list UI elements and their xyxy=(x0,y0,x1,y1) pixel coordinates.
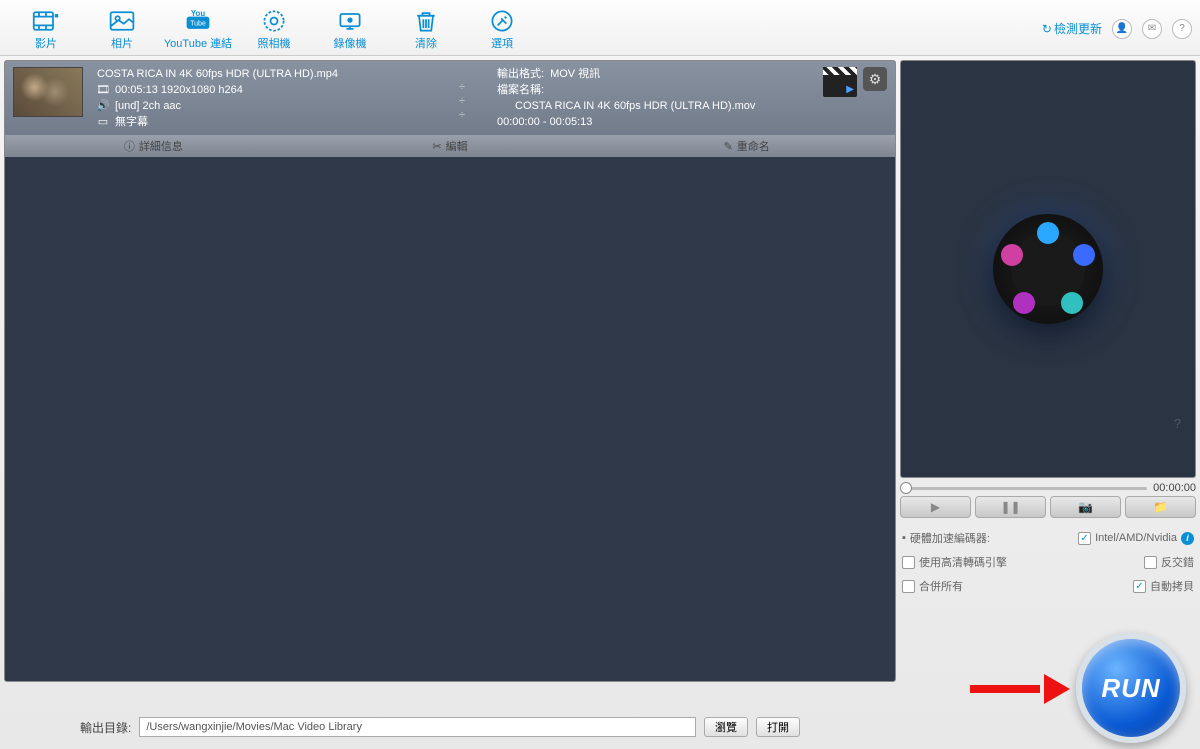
photo-icon xyxy=(107,7,137,35)
tool-label: 清除 xyxy=(415,35,437,51)
playback-time: 00:00:00 xyxy=(1153,482,1196,494)
out-format-value: MOV 視訊 xyxy=(550,67,600,81)
sep[interactable]: ÷ xyxy=(427,95,497,107)
youtube-icon: Tube You xyxy=(183,7,213,35)
subtitle-info: 無字幕 xyxy=(115,115,148,129)
subtitle-icon: ▭ xyxy=(97,116,109,128)
tool-video[interactable]: 影片 xyxy=(8,7,84,51)
time-range: 00:00:00 - 00:05:13 xyxy=(497,115,592,129)
tool-photo[interactable]: 相片 xyxy=(84,7,160,51)
toolbar-right: ↻ 檢測更新 👤 ✉ ? xyxy=(1042,19,1192,39)
settings-icon[interactable]: ⚙ xyxy=(863,67,887,91)
tool-camera[interactable]: 照相機 xyxy=(236,7,312,51)
tool-label: 相片 xyxy=(111,35,133,51)
tool-label: 影片 xyxy=(35,35,57,51)
open-button[interactable]: 打開 xyxy=(756,717,800,737)
hw-value: Intel/AMD/Nvidia xyxy=(1095,532,1177,544)
sep[interactable]: ÷ xyxy=(427,81,497,93)
film-icon: 🎞 xyxy=(97,84,109,96)
edit-button[interactable]: ✂編輯 xyxy=(302,135,599,157)
detail-button[interactable]: ⓘ詳細信息 xyxy=(5,135,302,157)
autocopy-label: 自動拷貝 xyxy=(1150,578,1194,594)
out-format-label: 輸出格式: xyxy=(497,67,544,81)
open-folder-button[interactable]: 📁 xyxy=(1125,496,1196,518)
merge-label: 合併所有 xyxy=(919,578,963,594)
tool-label: 錄像機 xyxy=(334,35,367,51)
play-button[interactable]: ▶ xyxy=(900,496,971,518)
audio-info: [und] 2ch aac xyxy=(115,99,181,113)
info-icon[interactable]: i xyxy=(1181,532,1194,545)
rename-icon: ✎ xyxy=(724,140,733,153)
help-marker[interactable]: ? xyxy=(1174,416,1181,431)
check-update-link[interactable]: ↻ 檢測更新 xyxy=(1042,20,1102,37)
sep[interactable]: ÷ xyxy=(427,109,497,121)
mail-icon[interactable]: ✉ xyxy=(1142,19,1162,39)
options-panel: ▪ 硬體加速編碼器: ✓ Intel/AMD/Nvidia i 使用高清轉碼引擎 反交… xyxy=(900,526,1196,598)
snapshot-button[interactable]: 📷 xyxy=(1050,496,1121,518)
output-label: 輸出目錄: xyxy=(80,719,131,736)
autocopy-checkbox[interactable]: ✓ xyxy=(1133,580,1146,593)
rename-button[interactable]: ✎重命名 xyxy=(598,135,895,157)
tool-label: 選項 xyxy=(491,35,513,51)
clapper-icon[interactable] xyxy=(823,67,857,97)
check-update-label: 檢測更新 xyxy=(1054,20,1102,37)
trash-icon xyxy=(411,7,441,35)
preview-area: ? xyxy=(900,60,1196,478)
svg-text:Tube: Tube xyxy=(190,20,206,27)
chip-icon: ▪ xyxy=(902,532,906,544)
file-list: COSTA RICA IN 4K 60fps HDR (ULTRA HD).mp… xyxy=(4,60,896,682)
hw-label: 硬體加速編碼器: xyxy=(910,530,990,546)
help-icon[interactable]: ? xyxy=(1172,19,1192,39)
file-entry[interactable]: COSTA RICA IN 4K 60fps HDR (ULTRA HD).mp… xyxy=(5,61,895,157)
output-path-input[interactable] xyxy=(139,717,696,737)
file-list-panel: COSTA RICA IN 4K 60fps HDR (ULTRA HD).mp… xyxy=(4,60,896,682)
file-name: COSTA RICA IN 4K 60fps HDR (ULTRA HD).mp… xyxy=(97,67,427,81)
main-area: COSTA RICA IN 4K 60fps HDR (ULTRA HD).mp… xyxy=(0,56,1200,686)
toolbar: 影片 相片 Tube You YouTube 連結 照相機 錄像機 清除 選項 ↻… xyxy=(0,0,1200,56)
out-name-value: COSTA RICA IN 4K 60fps HDR (ULTRA HD).mo… xyxy=(515,99,755,113)
right-panel: ? 00:00:00 ▶ ❚❚ 📷 📁 ▪ 硬體加速編碼器: ✓ Intel/AMD… xyxy=(900,60,1196,682)
hw-checkbox[interactable]: ✓ xyxy=(1078,532,1091,545)
file-actions: ⓘ詳細信息 ✂編輯 ✎重命名 xyxy=(5,135,895,157)
svg-text:You: You xyxy=(191,8,205,17)
run-button[interactable]: RUN xyxy=(1076,633,1186,743)
info-icon: ⓘ xyxy=(124,138,135,154)
video-info: 00:05:13 1920x1080 h264 xyxy=(115,83,243,97)
scissors-icon: ✂ xyxy=(432,140,441,153)
tool-youtube[interactable]: Tube You YouTube 連結 xyxy=(160,7,236,51)
audio-icon: 🔊 xyxy=(97,100,109,112)
options-icon xyxy=(487,7,517,35)
hq-label: 使用高清轉碼引擎 xyxy=(919,554,1007,570)
run-area: RUN xyxy=(970,633,1186,743)
deint-checkbox[interactable] xyxy=(1144,556,1157,569)
video-icon xyxy=(31,7,61,35)
tool-label: 照相機 xyxy=(258,35,291,51)
deint-label: 反交錯 xyxy=(1161,554,1194,570)
merge-checkbox[interactable] xyxy=(902,580,915,593)
file-thumbnail xyxy=(13,67,83,117)
tool-recorder[interactable]: 錄像機 xyxy=(312,7,388,51)
playback-slider[interactable] xyxy=(900,483,1147,493)
tool-clear[interactable]: 清除 xyxy=(388,7,464,51)
recorder-icon xyxy=(335,7,365,35)
out-name-label: 檔案名稱: xyxy=(497,83,544,97)
reel-icon xyxy=(993,214,1103,324)
refresh-icon: ↻ xyxy=(1042,22,1052,36)
tool-options[interactable]: 選項 xyxy=(464,7,540,51)
pause-button[interactable]: ❚❚ xyxy=(975,496,1046,518)
camera-icon xyxy=(259,7,289,35)
hq-checkbox[interactable] xyxy=(902,556,915,569)
browse-button[interactable]: 瀏覽 xyxy=(704,717,748,737)
arrow-icon xyxy=(970,678,1070,698)
tool-label: YouTube 連結 xyxy=(164,35,232,51)
account-icon[interactable]: 👤 xyxy=(1112,19,1132,39)
output-bar: 輸出目錄: 瀏覽 打開 xyxy=(0,717,880,737)
